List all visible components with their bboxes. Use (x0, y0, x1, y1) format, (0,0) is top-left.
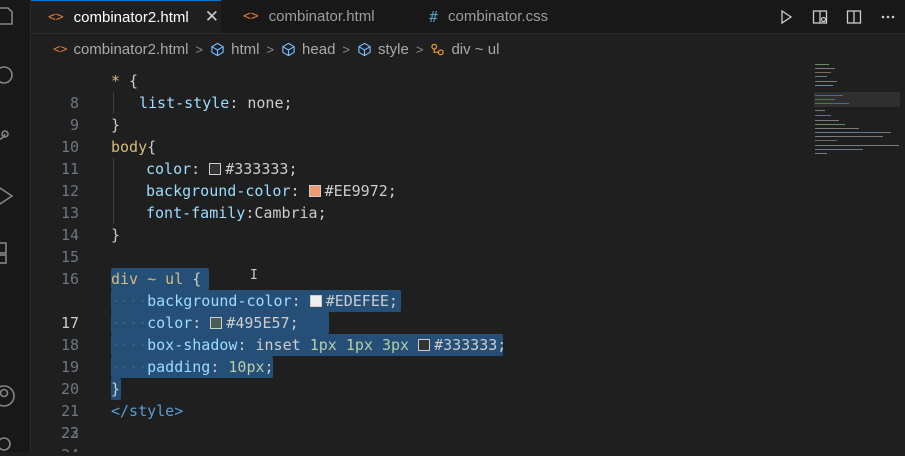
breadcrumb-label: html (231, 40, 260, 58)
code-line: 24 (31, 422, 809, 452)
code-text: list-style: none; (139, 94, 293, 112)
css-file-icon: # (429, 7, 439, 26)
color-swatch[interactable] (210, 317, 223, 329)
run-icon[interactable] (769, 0, 803, 33)
chevron-right-icon: > (342, 41, 351, 57)
code-text: } (111, 380, 121, 398)
code-text: ····padding: 10px; (111, 358, 274, 376)
tab-combinator-html[interactable]: <> combinator.html (243, 0, 375, 33)
extensions-icon[interactable] (0, 240, 18, 264)
tab-label: combinator2.html (73, 8, 189, 26)
code-text: font-family:Cambria; (146, 204, 327, 222)
element-icon (281, 42, 296, 57)
code-line: 20 ····box-shadow: inset 1px 1px 3px #33… (31, 334, 809, 398)
breadcrumb: <> combinator2.html > html > head > styl… (31, 34, 905, 64)
html-file-icon: <> (48, 9, 64, 25)
code-text: color: #333333; (146, 160, 298, 178)
breadcrumb-head[interactable]: head (281, 41, 335, 58)
code-line: 12 color: #333333; (31, 158, 809, 200)
code-line: 13 background-color: #EE9972; (31, 180, 809, 222)
tab-combinator-css[interactable]: # combinator.css (429, 0, 548, 33)
html-file-icon: <> (53, 42, 68, 56)
more-actions-icon[interactable] (871, 0, 905, 33)
code-line-current: 17 div ~ ul { (31, 268, 809, 332)
html-file-icon: <> (243, 9, 259, 24)
code-text: </style> (111, 402, 184, 420)
minimap[interactable] (810, 62, 905, 452)
color-swatch[interactable] (209, 163, 222, 175)
code-line: 18 ····background-color: #EDEFEE; (31, 290, 809, 354)
breadcrumb-selector[interactable]: div ~ ul (430, 41, 499, 58)
run-debug-icon[interactable] (0, 184, 18, 208)
code-text: ····background-color: #EDEFEE; (111, 292, 398, 310)
code-text: ····box-shadow: inset 1px 1px 3px #33333… (111, 336, 507, 354)
breadcrumb-label: combinator2.html (73, 40, 189, 58)
code-line: 14 font-family:Cambria; (31, 202, 809, 244)
line-number: 24 (31, 444, 79, 452)
code-text: } (111, 226, 121, 244)
code-editor[interactable]: 8 * { 9 list-style: none; 10 } 11 body{ … (31, 68, 809, 452)
code-line: 22 } (31, 378, 809, 442)
chevron-right-icon: > (195, 41, 204, 57)
text-cursor-icon: I (250, 268, 258, 283)
code-text: body{ (111, 138, 157, 156)
editor-actions (769, 0, 905, 33)
breadcrumb-label: style (378, 40, 409, 58)
code-line: 15 } (31, 224, 809, 266)
code-line: 23 </style> (31, 400, 809, 442)
code-text: ····color: #495E57; (111, 314, 299, 332)
css-selector-icon (430, 42, 445, 57)
settings-icon[interactable] (0, 432, 18, 456)
indent-guide (113, 92, 114, 114)
split-editor-icon[interactable] (837, 0, 871, 33)
tab-label: combinator.html (268, 8, 375, 25)
color-swatch[interactable] (418, 339, 431, 351)
breadcrumb-html[interactable]: html (210, 41, 259, 58)
tab-combinator2-html[interactable]: <> combinator2.html ✕ (31, 0, 221, 33)
open-preview-icon[interactable] (803, 0, 837, 33)
code-line: 9 list-style: none; (31, 92, 809, 134)
tab-bar: <> combinator2.html ✕ <> combinator.html… (31, 0, 905, 34)
code-text: background-color: #EE9972; (146, 182, 397, 200)
code-line: 16 (31, 246, 809, 288)
element-icon (357, 42, 372, 57)
code-line: 11 body{ (31, 136, 809, 178)
code-line: 8 * { (31, 70, 809, 112)
breadcrumb-file[interactable]: <> combinator2.html (53, 41, 189, 58)
color-swatch[interactable] (308, 185, 321, 197)
element-icon (210, 42, 225, 57)
breadcrumb-label: head (302, 40, 336, 58)
indent-guide (113, 158, 114, 180)
chevron-right-icon: > (415, 41, 424, 57)
code-text: } (111, 116, 121, 134)
source-control-icon[interactable] (0, 124, 18, 148)
search-icon[interactable] (0, 64, 18, 88)
code-text: * { (111, 72, 139, 90)
activity-bar (0, 0, 31, 452)
tab-label: combinator.css (448, 8, 549, 25)
indent-guide (113, 180, 114, 202)
account-icon[interactable] (0, 384, 18, 408)
indent-guide (113, 202, 114, 224)
code-text: div ~ ul { (111, 270, 202, 288)
breadcrumb-style[interactable]: style (357, 41, 409, 58)
code-line: 10 } (31, 114, 809, 156)
breadcrumb-label: div ~ ul (451, 40, 500, 58)
code-line: 19 ····color: #495E57; (31, 312, 809, 376)
code-line: 21 ····padding: 10px; (31, 356, 809, 420)
close-icon[interactable]: ✕ (205, 7, 219, 27)
files-icon[interactable] (0, 4, 18, 28)
color-swatch[interactable] (309, 295, 322, 307)
chevron-right-icon: > (266, 41, 275, 57)
